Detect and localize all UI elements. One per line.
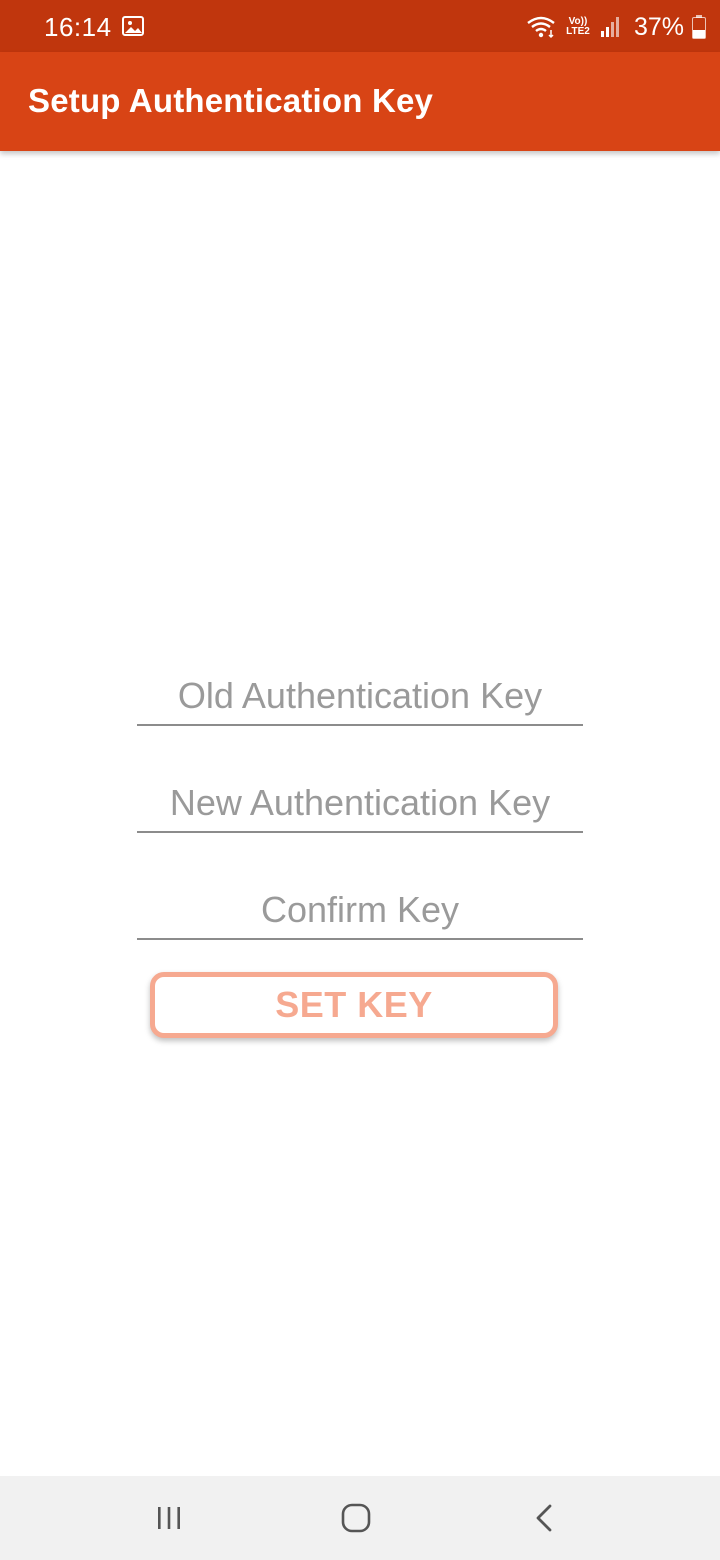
- signal-icon: [600, 17, 619, 37]
- app-bar: Setup Authentication Key: [0, 52, 720, 151]
- status-bar: 16:14 Vo)) LTE2 37%: [0, 0, 720, 52]
- battery-icon: [692, 15, 706, 39]
- screen: 16:14 Vo)) LTE2 37% Setup Authentication…: [0, 0, 720, 1560]
- battery-percent: 37%: [633, 12, 684, 41]
- status-time: 16:14: [44, 12, 112, 42]
- set-key-button[interactable]: SET KEY: [150, 972, 558, 1038]
- recents-icon[interactable]: [147, 1496, 191, 1540]
- page-title: Setup Authentication Key: [28, 82, 434, 119]
- confirm-key-input[interactable]: [137, 882, 583, 938]
- old-key-input[interactable]: [137, 668, 583, 724]
- home-icon[interactable]: [334, 1496, 378, 1540]
- gallery-icon: [122, 16, 144, 36]
- confirm-key-field: [137, 882, 583, 940]
- navigation-bar: [0, 1476, 720, 1560]
- status-icons: Vo)) LTE2 37%: [526, 10, 706, 44]
- wifi-icon: [527, 16, 555, 39]
- new-key-field: [137, 775, 583, 833]
- volte-label-bottom: LTE2: [566, 26, 590, 37]
- new-key-input[interactable]: [137, 775, 583, 831]
- back-icon[interactable]: [522, 1496, 566, 1540]
- volte-icon: Vo)) LTE2: [564, 17, 592, 37]
- old-key-field: [137, 668, 583, 726]
